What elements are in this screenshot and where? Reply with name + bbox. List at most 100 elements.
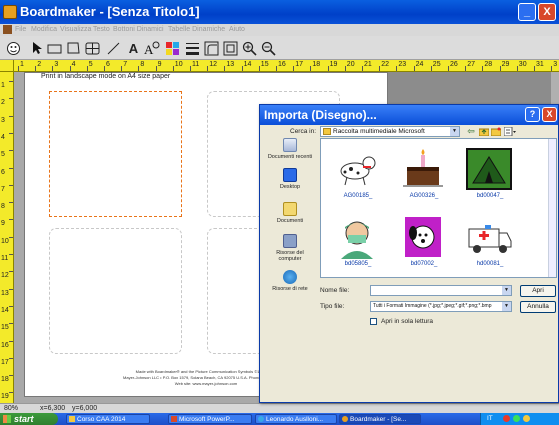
- file-item[interactable]: AG00326_: [391, 143, 457, 205]
- menu-testo[interactable]: Testo: [93, 26, 110, 33]
- ruler-tick: [9, 357, 13, 359]
- app-icon: [3, 5, 17, 19]
- menu-visualizza[interactable]: Visualizza: [60, 26, 91, 33]
- corner-style-icon[interactable]: [202, 39, 221, 57]
- menu-bottoni-dinamici[interactable]: Bottoni Dinamici: [113, 26, 164, 33]
- ruler-tick: [9, 184, 13, 186]
- place-my-computer[interactable]: Risorse del computer: [265, 234, 315, 262]
- dalmatian-dog-icon: [340, 156, 376, 186]
- dialog-title-bar[interactable]: Importa (Disegno)... ? X: [260, 105, 558, 125]
- task-powerpoint[interactable]: Microsoft PowerP...: [168, 414, 252, 424]
- file-item[interactable]: bd07002_: [391, 211, 457, 273]
- pointer-icon[interactable]: [27, 39, 46, 57]
- ruler-tick: [9, 115, 13, 117]
- tray-icon[interactable]: [513, 415, 520, 422]
- ruler-number: 2: [1, 99, 5, 107]
- ruler-tick: [9, 392, 13, 394]
- chevron-down-icon[interactable]: ▼: [502, 302, 511, 311]
- dialog-close-button[interactable]: X: [542, 107, 557, 122]
- folder-icon: [69, 416, 75, 422]
- birthday-cake-icon: [403, 149, 443, 187]
- place-documents[interactable]: Documenti: [265, 202, 315, 224]
- zoom-in-icon[interactable]: [240, 39, 259, 57]
- file-name: hd00081_: [476, 261, 504, 267]
- tray-icon[interactable]: [503, 415, 510, 422]
- file-item[interactable]: hd00081_: [457, 211, 523, 273]
- grid-tool-icon[interactable]: [83, 39, 102, 57]
- menu-aiuto[interactable]: Aiuto: [229, 26, 245, 33]
- close-button[interactable]: X: [538, 3, 556, 21]
- documents-folder-icon: [283, 202, 297, 216]
- symbol-finder-icon[interactable]: [4, 39, 23, 57]
- ruler-tick: [465, 66, 467, 71]
- cancel-button[interactable]: Annulla: [520, 301, 556, 313]
- task-browser[interactable]: Leonardo Auslloni...: [255, 414, 337, 424]
- ruler-number: 14: [1, 306, 9, 314]
- ruler-tick: [104, 66, 105, 71]
- ruler-number: 16: [1, 341, 9, 349]
- horizontal-ruler: 1 2 3 4 5 6 7 8 9 10 11 12 13 14 15 16 17 18 19 20 21 22 23 24 2…: [14, 60, 559, 72]
- document-icon: [3, 25, 12, 34]
- vertical-ruler: 1 2 3 4 5 6 7 8 9 10 11 12 13 14 15 16 17 18 19: [0, 72, 14, 403]
- help-button[interactable]: ?: [525, 107, 540, 122]
- file-list-scrollbar[interactable]: [548, 139, 556, 277]
- language-indicator[interactable]: IT: [487, 415, 493, 422]
- file-list[interactable]: AG00185_ AG00326_ bd00047_ bd05805_ bd07…: [320, 138, 557, 278]
- new-folder-icon[interactable]: [490, 124, 502, 138]
- minimize-button[interactable]: _: [518, 3, 536, 21]
- file-item[interactable]: bd05805_: [325, 211, 391, 273]
- file-item[interactable]: bd00047_: [457, 143, 523, 205]
- ruler-tick: [293, 66, 295, 71]
- view-menu-icon[interactable]: [503, 124, 517, 138]
- tray-icon[interactable]: [523, 415, 530, 422]
- border-style-icon[interactable]: [221, 39, 240, 57]
- ruler-number: 3: [54, 61, 59, 68]
- ambulance-icon: [468, 225, 512, 253]
- grid-cell-1[interactable]: [49, 91, 182, 217]
- ruler-number: 17: [1, 358, 9, 366]
- ruler-number: 28: [484, 61, 493, 68]
- ruler-tick: [9, 288, 13, 290]
- grid-cell-3[interactable]: [49, 228, 182, 354]
- ruler-tick: [413, 66, 415, 71]
- freeform-tool-icon[interactable]: [64, 39, 83, 57]
- chevron-down-icon[interactable]: ▼: [502, 286, 511, 295]
- windows-taskbar: start Corso CAA 2014 Microsoft PowerP...…: [0, 413, 559, 425]
- rectangle-tool-icon[interactable]: [45, 39, 64, 57]
- menu-tabelle-dinamiche[interactable]: Tabelle Dinamiche: [168, 26, 225, 33]
- chevron-down-icon[interactable]: ▼: [450, 127, 459, 136]
- ruler-number: 9: [157, 61, 162, 68]
- ruler-tick: [86, 66, 88, 71]
- ruler-number: 1: [20, 61, 24, 68]
- zoom-out-icon[interactable]: [259, 39, 278, 57]
- window-title-bar[interactable]: Boardmaker - [Senza Titolo1] _ X: [0, 0, 559, 24]
- filename-input[interactable]: ▼: [370, 285, 512, 296]
- places-bar: Documenti recenti Desktop Documenti Riso…: [265, 138, 315, 318]
- line-thickness-icon[interactable]: [183, 39, 202, 57]
- file-item[interactable]: AG00185_: [325, 143, 391, 205]
- place-recent-documents[interactable]: Documenti recenti: [265, 138, 315, 160]
- ruler-number: 6: [106, 61, 110, 68]
- text-tool-icon[interactable]: A: [124, 39, 143, 57]
- toolbar: A A: [0, 36, 559, 60]
- place-desktop[interactable]: Desktop: [265, 168, 315, 190]
- task-corso-caa[interactable]: Corso CAA 2014: [66, 414, 150, 424]
- place-network[interactable]: Risorse di rete: [265, 270, 315, 292]
- open-button[interactable]: Apri: [520, 285, 556, 297]
- ruler-tick: [9, 254, 13, 255]
- paper-instruction-label: Print in landscape mode on A4 size paper: [41, 73, 171, 80]
- task-boardmaker[interactable]: Boardmaker - [Se...: [339, 414, 421, 424]
- symbol-text-tool-icon[interactable]: A: [142, 39, 161, 57]
- ruler-tick: [155, 66, 157, 71]
- color-palette-icon[interactable]: [163, 39, 182, 57]
- look-in-select[interactable]: Raccolta multimediale Microsoft ▼: [320, 126, 460, 137]
- line-tool-icon[interactable]: [104, 39, 123, 57]
- start-button[interactable]: start: [0, 413, 58, 425]
- readonly-checkbox[interactable]: [370, 318, 377, 325]
- up-folder-icon[interactable]: [478, 124, 490, 138]
- menu-modifica[interactable]: Modifica: [31, 26, 57, 33]
- menu-file[interactable]: File: [15, 26, 26, 33]
- ruler-tick: [396, 66, 398, 71]
- filetype-select[interactable]: Tutti i Formati Immagine (*.jpg;*.jpeg;*…: [370, 301, 512, 312]
- back-icon[interactable]: ⇦: [465, 124, 477, 138]
